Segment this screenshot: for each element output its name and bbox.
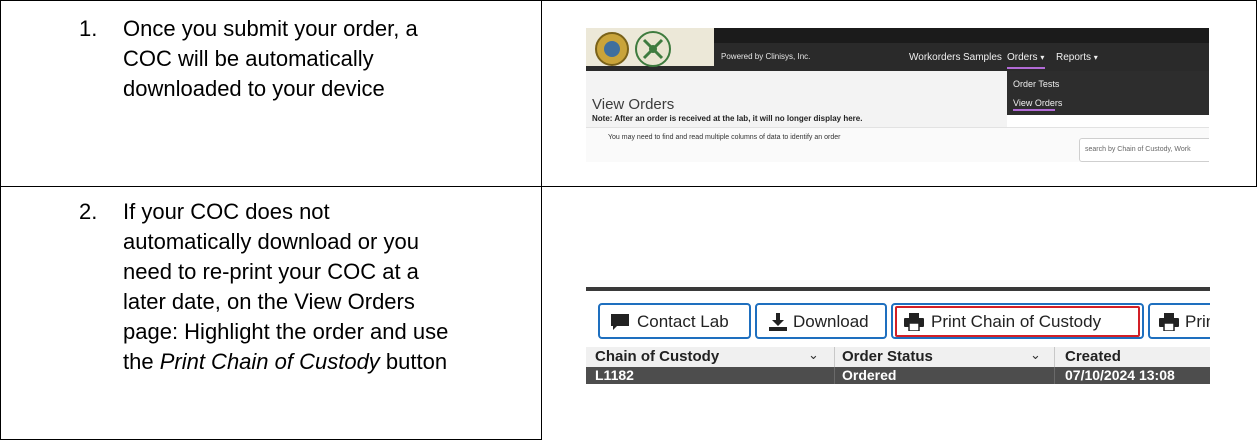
step-line: Once you submit your order, a <box>123 16 418 41</box>
column-separator <box>1054 347 1055 367</box>
nav-orders[interactable]: Orders ▾ <box>1007 52 1044 63</box>
logo-area <box>586 28 714 67</box>
column-header-order-status[interactable]: Order Status <box>842 348 933 365</box>
column-separator <box>1054 367 1055 384</box>
download-label: Download <box>793 312 869 331</box>
step-text: If your COC does not automatically downl… <box>123 197 448 377</box>
highlight-box <box>895 306 1140 337</box>
lab-seal-logo <box>635 31 671 67</box>
print-icon <box>1159 313 1179 331</box>
cell-created: 07/10/2024 13:08 <box>1065 367 1175 383</box>
page-title: View Orders <box>592 96 675 113</box>
step-line: If your COC does not <box>123 199 330 224</box>
nav-reports[interactable]: Reports ▾ <box>1056 52 1098 63</box>
column-separator <box>834 367 835 384</box>
nav-orders-label: Orders <box>1007 52 1038 63</box>
powered-by-text: Powered by Clinisys, Inc. <box>721 52 811 61</box>
table-row-divider <box>0 186 1257 187</box>
step-line-emphasis: Print Chain of Custody <box>159 349 380 374</box>
view-orders-screenshot: Powered by Clinisys, Inc. Workorders Sam… <box>586 28 1209 162</box>
contact-lab-label: Contact Lab <box>637 312 729 331</box>
nav-workorders[interactable]: Workorders <box>909 52 961 63</box>
orders-dropdown: Order Tests View Orders <box>1007 71 1209 115</box>
column-header-chain-of-custody[interactable]: Chain of Custody <box>595 348 719 365</box>
top-strip <box>586 287 1210 291</box>
chevron-down-icon[interactable]: ⌄ <box>808 347 819 363</box>
print-button[interactable]: Prin <box>1148 303 1210 339</box>
step-line-suffix: button <box>379 349 448 374</box>
step-line: downloaded to your device <box>123 76 385 101</box>
hint-text: You may need to find and read multiple c… <box>608 134 841 141</box>
download-button[interactable]: Download <box>755 303 887 339</box>
table-border-top <box>0 0 1257 1</box>
nav-reports-label: Reports <box>1056 52 1092 63</box>
state-seal-logo <box>595 32 629 66</box>
step-line: need to re-print your COC at a <box>123 259 419 284</box>
column-header-created[interactable]: Created <box>1065 348 1121 365</box>
nav-orders-underline <box>1007 67 1045 69</box>
cell-chain-of-custody: L1182 <box>595 367 634 383</box>
seal-center <box>604 41 620 57</box>
print-coc-screenshot: Contact Lab Download Print Chain of Cust… <box>586 287 1210 384</box>
menu-item-view-orders[interactable]: View Orders <box>1013 98 1062 108</box>
view-orders-underline <box>1013 109 1055 111</box>
step-line: page: Highlight the order and use <box>123 319 449 344</box>
step-line: COC will be automatically <box>123 46 374 71</box>
contact-lab-button[interactable]: Contact Lab <box>598 303 751 339</box>
column-separator <box>834 347 835 367</box>
print-label: Prin <box>1185 312 1210 331</box>
step-2: 2. If your COC does not automatically do… <box>79 197 539 397</box>
cell-order-status: Ordered <box>842 367 897 383</box>
step-number: 1. <box>79 16 98 41</box>
search-input[interactable]: search by Chain of Custody, Work <box>1079 138 1209 162</box>
menu-item-order-tests[interactable]: Order Tests <box>1013 79 1059 89</box>
table-column-divider <box>541 0 542 440</box>
chevron-down-icon[interactable]: ⌄ <box>1030 347 1041 363</box>
step-text: Once you submit your order, a COC will b… <box>123 14 418 104</box>
download-icon <box>769 313 787 331</box>
step-1: 1. Once you submit your order, a COC wil… <box>79 14 529 114</box>
lab-emblem-icon <box>642 38 664 60</box>
caret-down-icon: ▾ <box>1093 53 1098 62</box>
table-border-left <box>0 0 1 440</box>
caret-down-icon: ▾ <box>1040 53 1045 62</box>
page-note: Note: After an order is received at the … <box>592 114 863 123</box>
step-line: later date, on the View Orders <box>123 289 415 314</box>
nav-samples[interactable]: Samples <box>963 52 1002 63</box>
step-number: 2. <box>79 199 98 224</box>
comment-icon <box>611 314 629 330</box>
step-line-prefix: the <box>123 349 160 374</box>
step-line: the Print Chain of Custody button <box>123 347 448 377</box>
step-line: automatically download or you <box>123 229 419 254</box>
